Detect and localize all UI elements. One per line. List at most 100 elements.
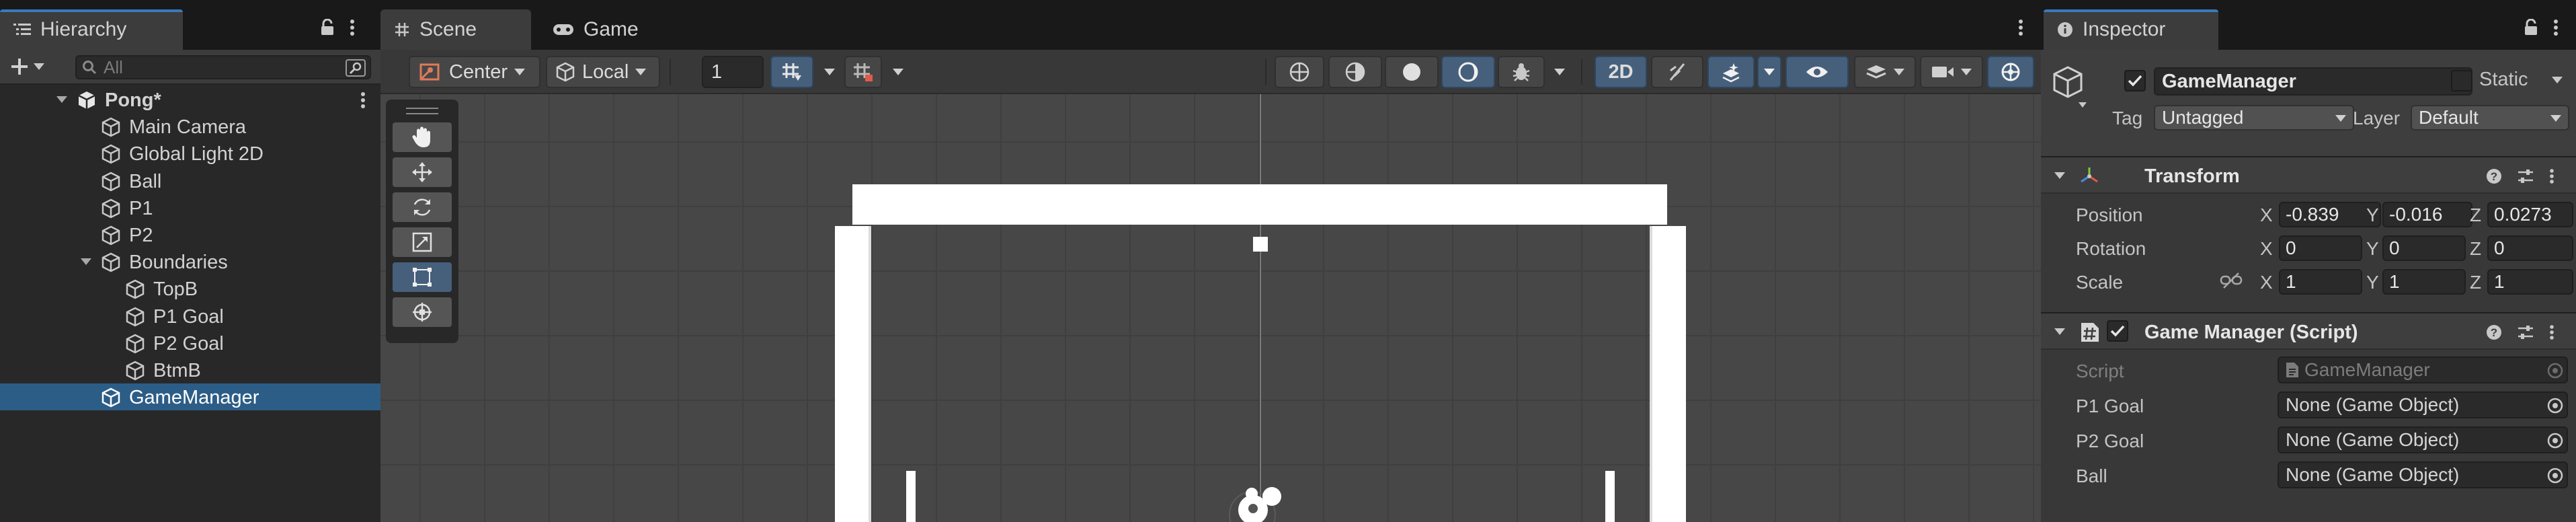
effects-dropdown[interactable] [1757,56,1781,88]
search-filter-icon[interactable] [346,59,366,77]
scene-root-row[interactable]: Pong* [0,86,380,113]
preset-sliders-icon[interactable] [2517,168,2534,184]
script-enabled-checkbox[interactable] [2107,320,2128,342]
foldout-arrow-icon[interactable] [56,96,67,103]
link-off-icon[interactable] [2220,272,2243,289]
position-y-field[interactable]: -0.016 [2382,202,2472,227]
left-goal-wall[interactable] [835,226,871,522]
preset-sliders-icon[interactable] [2517,324,2534,340]
hierarchy-row[interactable]: P2 Goal [0,330,380,357]
view-tool-button[interactable] [393,122,452,152]
top-boundary[interactable] [852,184,1667,225]
mode-2d-toggle[interactable]: 2D [1595,56,1647,88]
axis-y-label[interactable]: Y [2366,204,2379,226]
rotation-z-field[interactable]: 0 [2487,235,2573,261]
scene-viewport[interactable] [380,94,2041,522]
kebab-menu-icon[interactable] [2553,19,2559,36]
object-reference-field[interactable]: None (Game Object) [2278,426,2568,453]
object-picker-icon[interactable] [2546,397,2564,414]
foldout-arrow-icon[interactable] [2054,328,2065,335]
scene-lighting-toggle[interactable] [1651,56,1703,88]
scale-y-field[interactable]: 1 [2382,269,2466,295]
hierarchy-row[interactable]: P1 [0,194,380,221]
hierarchy-row[interactable]: P2 [0,221,380,248]
camera-settings-dropdown[interactable] [1920,56,1983,88]
space-dropdown[interactable]: Local [546,56,660,88]
hierarchy-row[interactable]: Global Light 2D [0,140,380,167]
snap-toggle[interactable] [844,56,882,88]
hierarchy-row[interactable]: TopB [0,275,380,302]
tab-game[interactable]: Game [539,9,647,50]
hierarchy-row[interactable]: BtmB [0,357,380,383]
rotate-tool-button[interactable] [393,192,452,222]
camera-gizmo-icon[interactable] [1236,484,1283,522]
kebab-menu-icon[interactable] [2549,324,2554,340]
lock-icon[interactable] [2524,19,2538,36]
tab-hierarchy[interactable]: Hierarchy [0,9,183,50]
overlay-drag-handle[interactable] [406,108,438,109]
static-dropdown-arrow[interactable] [2552,77,2563,83]
axis-z-label[interactable]: Z [2470,204,2481,226]
create-button[interactable] [9,57,44,77]
snap-options-dropdown[interactable] [885,56,912,88]
kebab-menu-icon[interactable] [350,19,355,36]
grid-visibility-toggle[interactable] [770,56,813,88]
axis-x-label[interactable]: X [2260,272,2273,293]
tag-dropdown[interactable]: Untagged [2154,105,2354,130]
lock-icon[interactable] [320,19,335,36]
right-goal-wall[interactable] [1650,226,1686,522]
move-tool-button[interactable] [393,157,452,187]
object-picker-icon[interactable] [2546,432,2564,449]
axis-y-label[interactable]: Y [2366,238,2379,260]
help-icon[interactable]: ? [2486,324,2502,340]
draw-mode-dropdown[interactable] [1547,56,1572,88]
scene-effects-toggle[interactable] [1707,56,1755,88]
tab-scene[interactable]: Scene [380,9,531,50]
gameobject-cube-icon[interactable] [2052,65,2089,110]
object-reference-field[interactable]: None (Game Object) [2278,392,2568,418]
scene-visibility-toggle[interactable] [1785,56,1849,88]
rotation-y-field[interactable]: 0 [2382,235,2466,261]
layer-dropdown[interactable]: Default [2411,105,2569,130]
gizmos-toggle[interactable] [1987,56,2034,88]
axis-y-label[interactable]: Y [2366,272,2379,293]
gameobject-name-field[interactable]: GameManager [2154,67,2472,96]
scale-z-field[interactable]: 1 [2487,269,2573,295]
p1-paddle[interactable] [906,471,916,522]
scale-tool-button[interactable] [393,227,452,257]
kebab-menu-icon[interactable] [2018,19,2023,36]
active-checkbox[interactable] [2124,70,2146,91]
position-z-field[interactable]: 0.0273 [2487,202,2573,227]
axis-x-label[interactable]: X [2260,204,2273,226]
kebab-menu-icon[interactable] [360,91,366,109]
p2-paddle[interactable] [1605,471,1615,522]
wireframe-toggle[interactable] [1275,56,1324,88]
grid-options-dropdown[interactable] [817,56,842,88]
shaded-wireframe-toggle[interactable] [1328,56,1382,88]
hierarchy-search-input[interactable]: All [75,55,371,79]
axis-z-label[interactable]: Z [2470,272,2481,293]
object-picker-icon[interactable] [2546,467,2564,484]
rotation-x-field[interactable]: 0 [2279,235,2362,261]
shaded-toggle[interactable] [1385,56,1439,88]
hierarchy-group-row[interactable]: Boundaries [0,248,380,275]
axis-x-label[interactable]: X [2260,238,2273,260]
grid-increment-field[interactable]: 1 [702,56,764,88]
object-reference-field[interactable]: None (Game Object) [2278,461,2568,488]
lit-toggle[interactable] [1441,56,1495,88]
scale-x-field[interactable]: 1 [2279,269,2362,295]
hierarchy-row[interactable]: Ball [0,167,380,194]
help-icon[interactable]: ? [2486,168,2502,184]
hierarchy-row[interactable]: P1 Goal [0,303,380,330]
layers-dropdown[interactable] [1854,56,1916,88]
axis-z-label[interactable]: Z [2470,238,2481,260]
tab-inspector[interactable]: Inspector [2044,9,2218,50]
transform-component-header[interactable]: Transform ? [2041,156,2576,194]
hierarchy-row[interactable]: GameManager [0,383,380,411]
debug-draw-mode[interactable] [1498,56,1545,88]
kebab-menu-icon[interactable] [2549,168,2554,184]
transform-tool-button[interactable] [393,297,452,327]
script-component-header[interactable]: Game Manager (Script) ? [2041,312,2576,350]
rect-tool-button[interactable] [393,262,452,292]
pivot-dropdown[interactable]: Center [409,56,540,88]
